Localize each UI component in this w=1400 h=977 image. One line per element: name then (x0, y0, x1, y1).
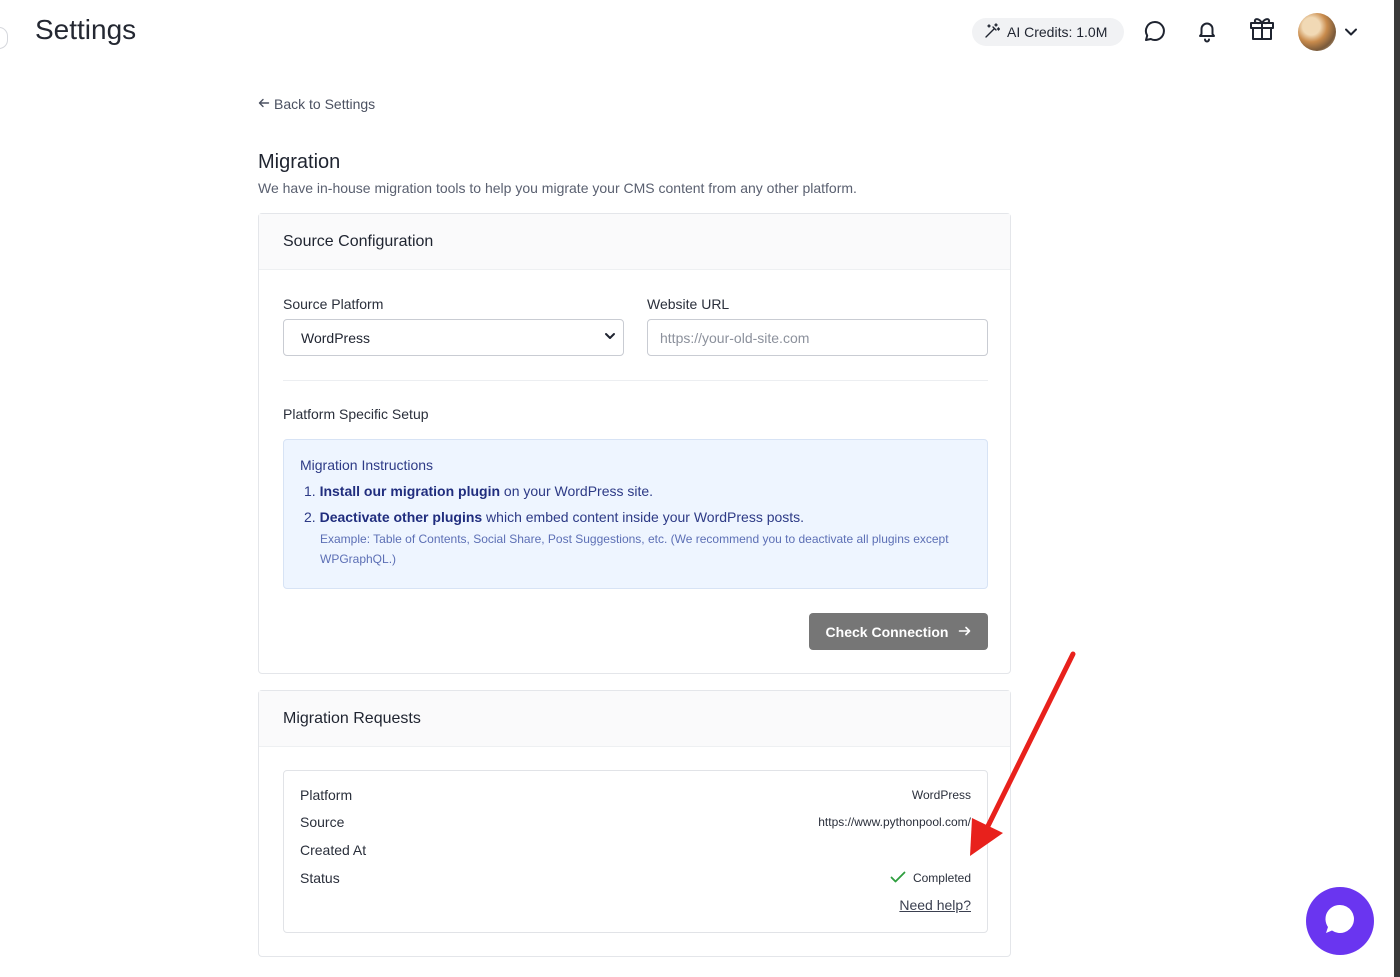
instruction-number: 1. (304, 483, 316, 499)
ai-credits-badge[interactable]: AI Credits: 1.0M (972, 18, 1124, 46)
migration-requests-card: Migration Requests Platform WordPress So… (258, 690, 1011, 957)
ai-credits-label: AI Credits: 1.0M (1007, 24, 1108, 40)
website-url-placeholder: https://your-old-site.com (660, 329, 810, 346)
website-url-label: Website URL (647, 296, 730, 312)
page-description: We have in-house migration tools to help… (258, 180, 857, 196)
need-help-link[interactable]: Need help? (899, 897, 971, 913)
user-avatar[interactable] (1298, 13, 1336, 51)
deactivate-plugins-text: Deactivate other plugins (319, 509, 483, 525)
check-connection-button[interactable]: Check Connection (809, 613, 988, 650)
source-platform-value: WordPress (301, 329, 370, 346)
source-configuration-card: Source Configuration Source Platform Wor… (258, 213, 1011, 674)
install-plugin-link[interactable]: Install our migration plugin (320, 483, 500, 499)
request-row-created: Created At (300, 842, 971, 858)
check-icon (890, 871, 906, 886)
chat-bubble-icon[interactable] (1141, 16, 1169, 46)
magic-wand-icon (984, 22, 1001, 42)
request-row-platform: Platform WordPress (300, 787, 971, 803)
instructions-title: Migration Instructions (300, 457, 434, 473)
platform-setup-heading: Platform Specific Setup (283, 406, 429, 422)
instruction-item-2: 2. Deactivate other plugins which embed … (300, 509, 971, 525)
page-title: Migration (258, 151, 341, 173)
check-connection-label: Check Connection (825, 623, 949, 640)
request-row-status: Status Completed (300, 870, 971, 886)
migration-instructions-box: Migration Instructions 1. Install our mi… (283, 439, 988, 589)
request-source-link[interactable]: https://www.pythonpool.com/ (818, 815, 971, 829)
instruction-item-1: 1. Install our migration plugin on your … (300, 483, 971, 499)
annotation-arrow (970, 651, 1076, 856)
status-badge: Completed (890, 871, 971, 886)
back-to-settings-link[interactable]: Back to Settings (258, 96, 375, 112)
request-key: Status (300, 870, 340, 886)
instruction-text: on your WordPress site. (500, 483, 654, 499)
source-configuration-heading: Source Configuration (259, 214, 1010, 270)
instruction-number: 2. (304, 509, 316, 525)
status-text: Completed (912, 871, 971, 885)
sidebar-toggle[interactable] (0, 27, 8, 49)
migration-request-item: Platform WordPress Source https://www.py… (283, 770, 988, 933)
migration-requests-heading: Migration Requests (259, 691, 1010, 747)
chevron-down-icon[interactable] (1343, 24, 1359, 45)
request-row-source: Source https://www.pythonpool.com/ (300, 814, 971, 830)
chevron-down-icon (603, 329, 617, 346)
source-platform-select[interactable]: WordPress (283, 319, 624, 356)
source-platform-label: Source Platform (283, 296, 384, 312)
bell-icon[interactable] (1193, 16, 1221, 46)
website-url-input[interactable]: https://your-old-site.com (647, 319, 988, 356)
arrow-right-icon (958, 624, 971, 640)
instruction-text: which embed content inside your WordPres… (482, 509, 805, 525)
chat-widget-button[interactable] (1306, 887, 1374, 955)
chat-icon (1323, 902, 1357, 941)
section-divider (283, 380, 988, 381)
page-header-title: Settings (35, 14, 137, 45)
window-edge (1394, 0, 1400, 977)
request-key: Created At (300, 842, 367, 858)
back-link-label: Back to Settings (274, 96, 376, 112)
gift-icon[interactable] (1248, 13, 1276, 43)
request-key: Platform (300, 787, 353, 803)
arrow-left-icon (258, 96, 270, 112)
instruction-note: Example: Table of Contents, Social Share… (320, 532, 949, 566)
request-key: Source (300, 814, 345, 830)
